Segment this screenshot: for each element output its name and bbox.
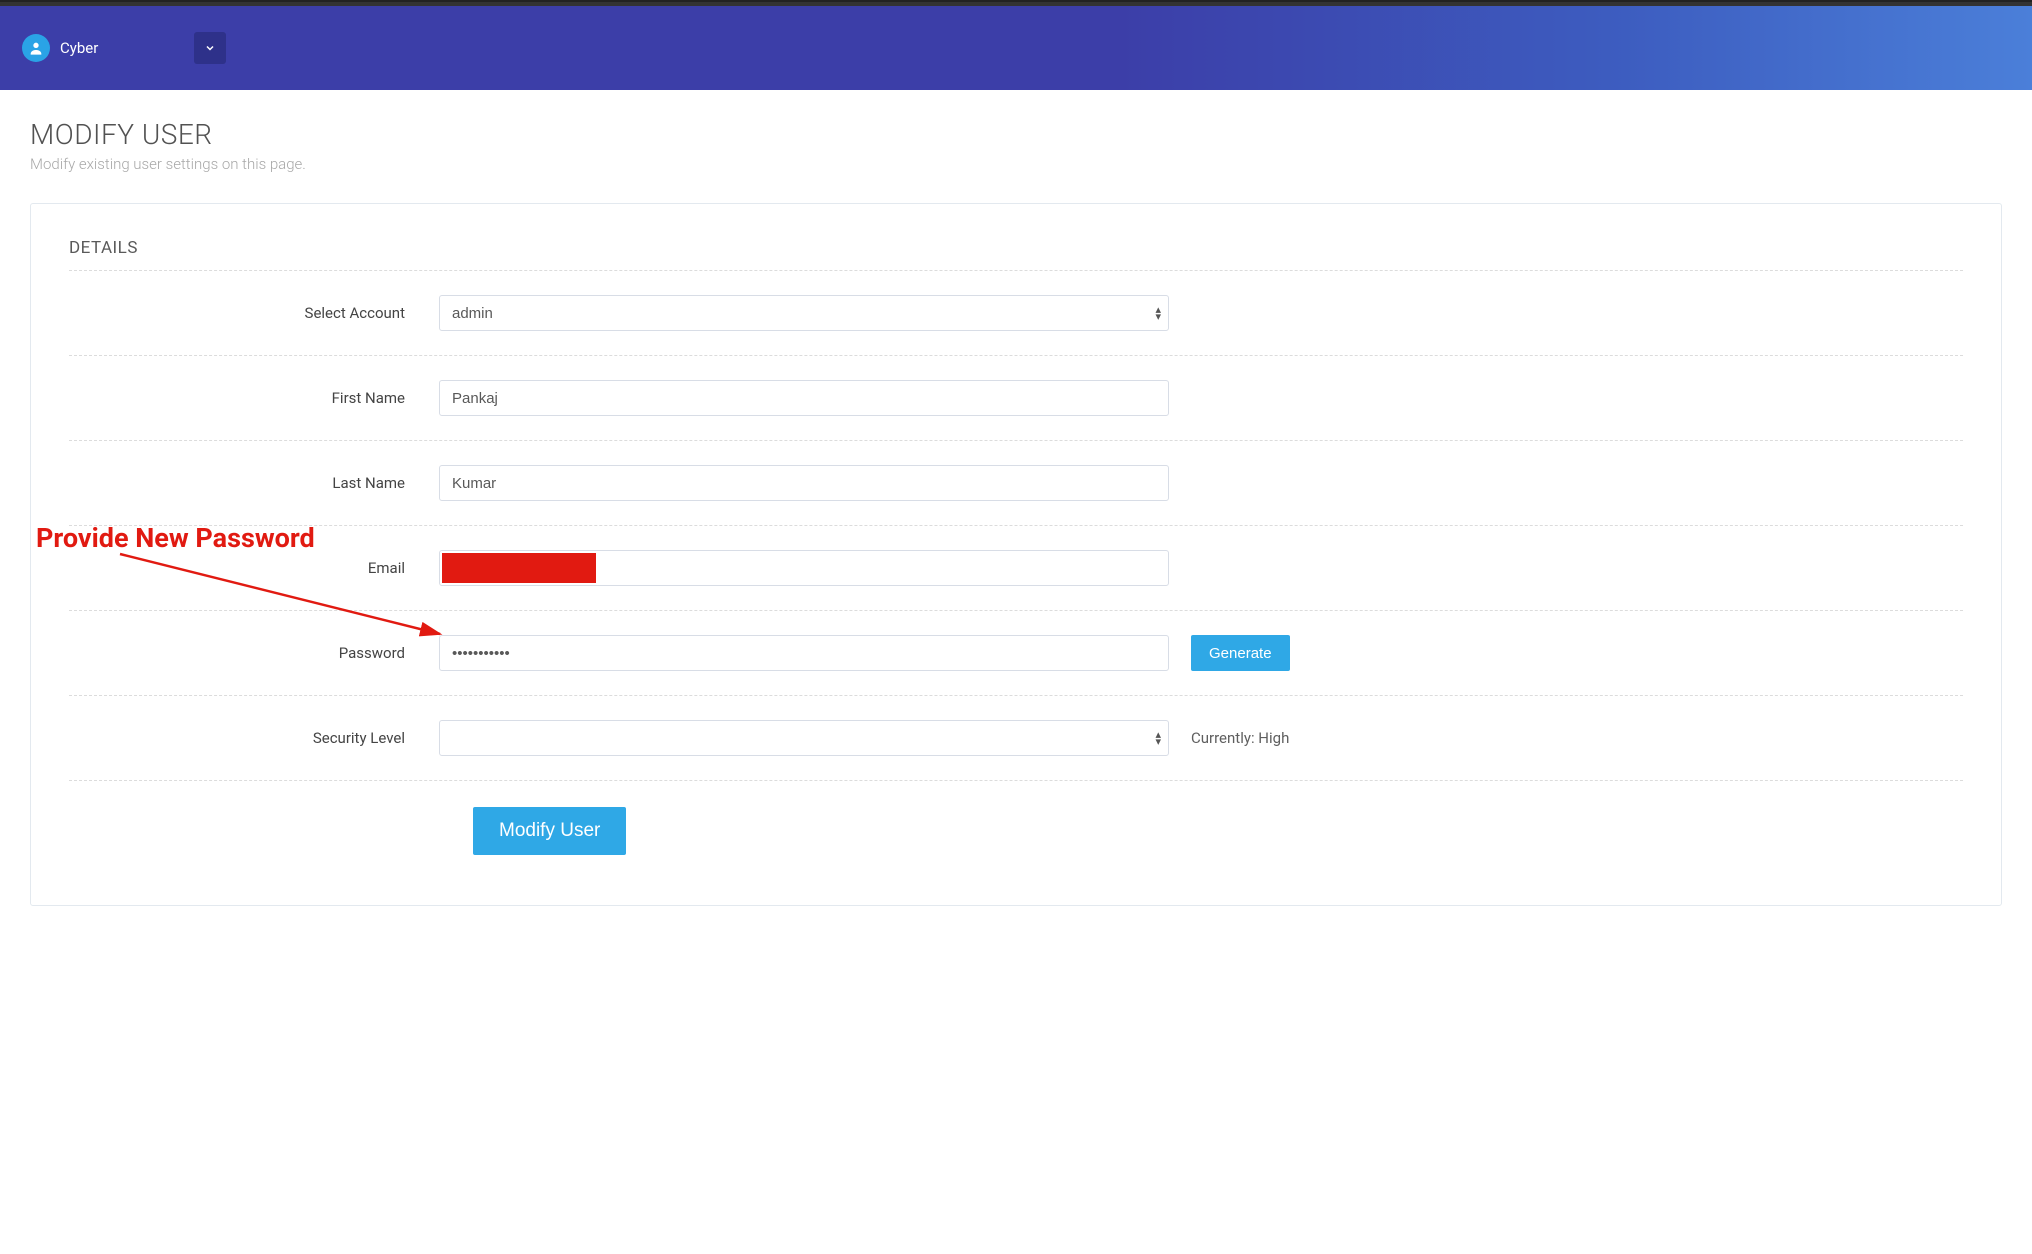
nav-dropdown-button[interactable] (194, 32, 226, 64)
row-last-name: Last Name (69, 440, 1963, 525)
password-field[interactable] (439, 635, 1169, 671)
label-first-name: First Name (69, 389, 439, 407)
app-header: Cyber (0, 6, 2032, 90)
generate-button[interactable]: Generate (1191, 635, 1290, 671)
panel-heading: DETAILS (69, 238, 1963, 258)
first-name-field[interactable] (439, 380, 1169, 416)
brand-label: Cyber (60, 39, 98, 57)
label-last-name: Last Name (69, 474, 439, 492)
row-email: Email (69, 525, 1963, 610)
user-icon (22, 34, 50, 62)
security-level-field[interactable] (439, 720, 1169, 756)
security-level-current: Currently: High (1191, 729, 1289, 747)
row-select-account: Select Account admin ▴▾ (69, 270, 1963, 355)
page-title: MODIFY USER (30, 118, 2002, 151)
modify-user-button[interactable]: Modify User (473, 807, 626, 855)
page-subtitle: Modify existing user settings on this pa… (30, 155, 2002, 173)
brand: Cyber (22, 34, 98, 62)
row-security-level: Security Level ▴▾ Currently: High (69, 695, 1963, 781)
details-panel: DETAILS Select Account admin ▴▾ First Na… (30, 203, 2002, 906)
row-first-name: First Name (69, 355, 1963, 440)
label-email: Email (69, 559, 439, 577)
redaction-block (442, 553, 596, 583)
label-password: Password (69, 644, 439, 662)
page-body: MODIFY USER Modify existing user setting… (0, 90, 2032, 946)
label-select-account: Select Account (69, 304, 439, 322)
row-password: Password Generate (69, 610, 1963, 695)
last-name-field[interactable] (439, 465, 1169, 501)
label-security-level: Security Level (69, 729, 439, 747)
select-account-field[interactable]: admin (439, 295, 1169, 331)
